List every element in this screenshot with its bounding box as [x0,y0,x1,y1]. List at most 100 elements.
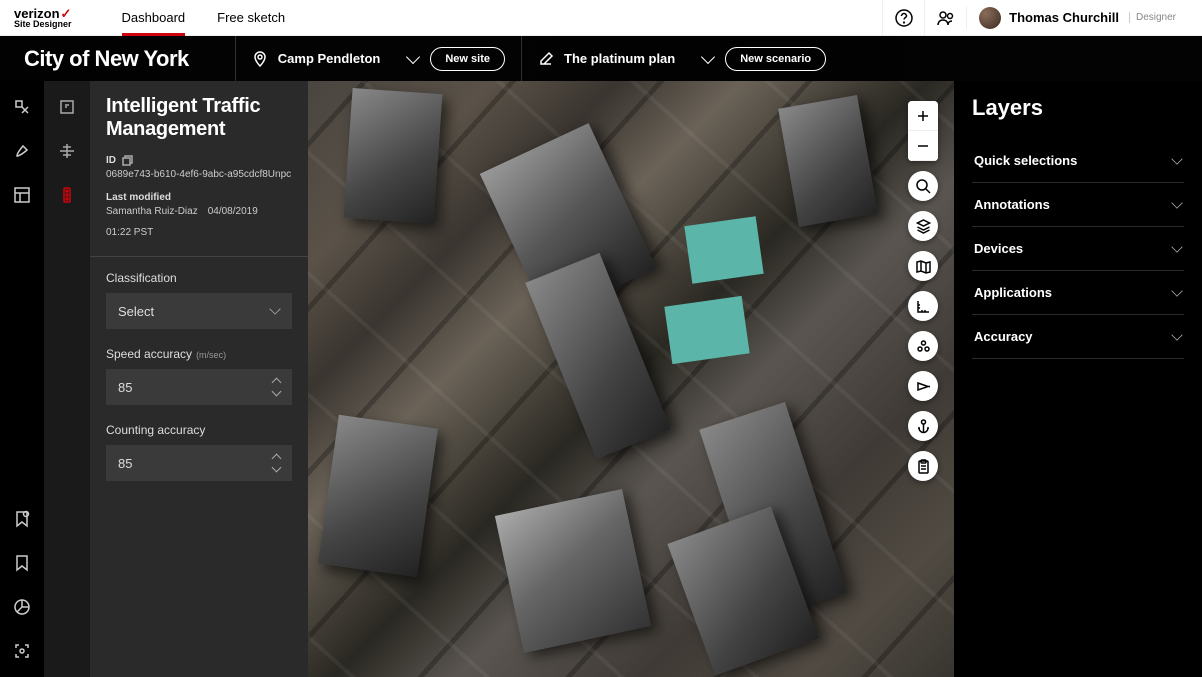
layer-annotations[interactable]: Annotations [972,183,1184,227]
classification-select[interactable]: Select [106,293,292,329]
chevron-down-icon [272,387,282,397]
chevron-down-icon [406,49,420,63]
clipboard-button[interactable] [908,451,938,481]
details-panel: Intelligent Traffic Management ID 0689e7… [90,81,308,677]
chevron-down-icon [272,463,282,473]
rail2-page[interactable] [57,97,77,117]
rail-bookmark[interactable] [12,553,32,573]
plan-dropdown[interactable]: The platinum plan [538,51,713,67]
brand-logo: verizon Site Designer [14,7,72,29]
shapes-icon [13,98,31,116]
new-site-button[interactable]: New site [430,47,505,71]
map-area[interactable] [308,81,954,677]
search-button[interactable] [908,171,938,201]
layers-icon [916,219,931,234]
cluster-button[interactable] [908,331,938,361]
layout-icon [13,186,31,204]
rail2-traffic[interactable] [57,185,77,205]
rail-shapes[interactable] [12,97,32,117]
layer-accuracy[interactable]: Accuracy [972,315,1184,359]
bookmark-icon [13,554,31,572]
panel-title: Intelligent Traffic Management [106,95,292,141]
brand-name: verizon [14,7,72,20]
chevron-down-icon [1171,329,1182,340]
classification-label: Classification [106,271,292,285]
layers-title: Layers [972,95,1184,121]
city-title: City of New York [24,46,189,72]
zoom-out-button[interactable] [908,131,938,161]
layer-applications[interactable]: Applications [972,271,1184,315]
rail2-align[interactable] [57,141,77,161]
anchor-button[interactable] [908,411,938,441]
site-dropdown[interactable]: Camp Pendleton [252,51,419,67]
anchor-icon [916,419,931,434]
tab-free-sketch[interactable]: Free sketch [217,0,285,36]
workspace: Intelligent Traffic Management ID 0689e7… [0,81,1202,677]
rail-focus[interactable] [12,641,32,661]
counting-stepper[interactable]: 85 [106,445,292,481]
help-button[interactable] [882,0,924,36]
broadcast-icon [916,379,931,394]
focus-icon [13,642,31,660]
rail-bookmark-pin[interactable] [12,509,32,529]
stepper-arrows[interactable] [273,379,280,395]
pie-icon [13,598,31,616]
layers-button[interactable] [908,211,938,241]
layer-quick-selections[interactable]: Quick selections [972,139,1184,183]
topbar: verizon Site Designer Dashboard Free ske… [0,0,1202,36]
top-tabs: Dashboard Free sketch [122,0,286,36]
speed-stepper[interactable]: 85 [106,369,292,405]
layers-panel: Layers Quick selections Annotations Devi… [954,81,1202,677]
brand-subtitle: Site Designer [14,20,72,29]
bookmark-pin-icon [13,510,31,528]
align-icon [58,142,76,160]
edit-icon [538,51,554,67]
help-icon [895,9,913,27]
rail-layout[interactable] [12,185,32,205]
broadcast-button[interactable] [908,371,938,401]
speed-label: Speed accuracy (m/sec) [106,347,292,361]
subbar: City of New York Camp Pendleton New site… [0,36,1202,81]
map-satellite-bg [308,81,954,677]
traffic-icon [58,186,76,204]
layer-devices[interactable]: Devices [972,227,1184,271]
secondary-rail [44,81,90,677]
chevron-down-icon [1171,197,1182,208]
counting-label: Counting accuracy [106,423,292,437]
chevron-down-icon [269,303,280,314]
id-label: ID [106,155,292,166]
tab-dashboard[interactable]: Dashboard [122,0,186,36]
ruler-button[interactable] [908,291,938,321]
map-icon [916,259,931,274]
chevron-down-icon [1171,153,1182,164]
ruler-icon [916,299,931,314]
map-button[interactable] [908,251,938,281]
stepper-arrows[interactable] [273,455,280,471]
paint-icon [13,142,31,160]
rail-paint[interactable] [12,141,32,161]
avatar [979,7,1001,29]
clipboard-icon [916,459,931,474]
zoom-in-button[interactable] [908,101,938,131]
search-icon [916,179,931,194]
chevron-down-icon [1171,285,1182,296]
user-block[interactable]: Thomas Churchill Designer [966,7,1188,29]
plus-icon [916,109,930,123]
minus-icon [916,139,930,153]
user-role: Designer [1129,12,1176,23]
rail-chart[interactable] [12,597,32,617]
users-icon [937,9,955,27]
modified-info: Samantha Ruiz-Diaz 04/08/2019 01:22 PST [106,206,292,238]
user-name: Thomas Churchill [1009,10,1119,25]
chevron-down-icon [701,49,715,63]
new-scenario-button[interactable]: New scenario [725,47,826,71]
topbar-right: Thomas Churchill Designer [882,0,1188,36]
id-value: 0689e743-b610-4ef6-9abc-a95cdcf8Unpc [106,169,292,180]
users-button[interactable] [924,0,966,36]
primary-rail [0,81,44,677]
zoom-group [908,101,938,161]
page-icon [58,98,76,116]
chevron-down-icon [1171,241,1182,252]
copy-icon[interactable] [122,155,133,166]
map-tools [908,101,938,481]
